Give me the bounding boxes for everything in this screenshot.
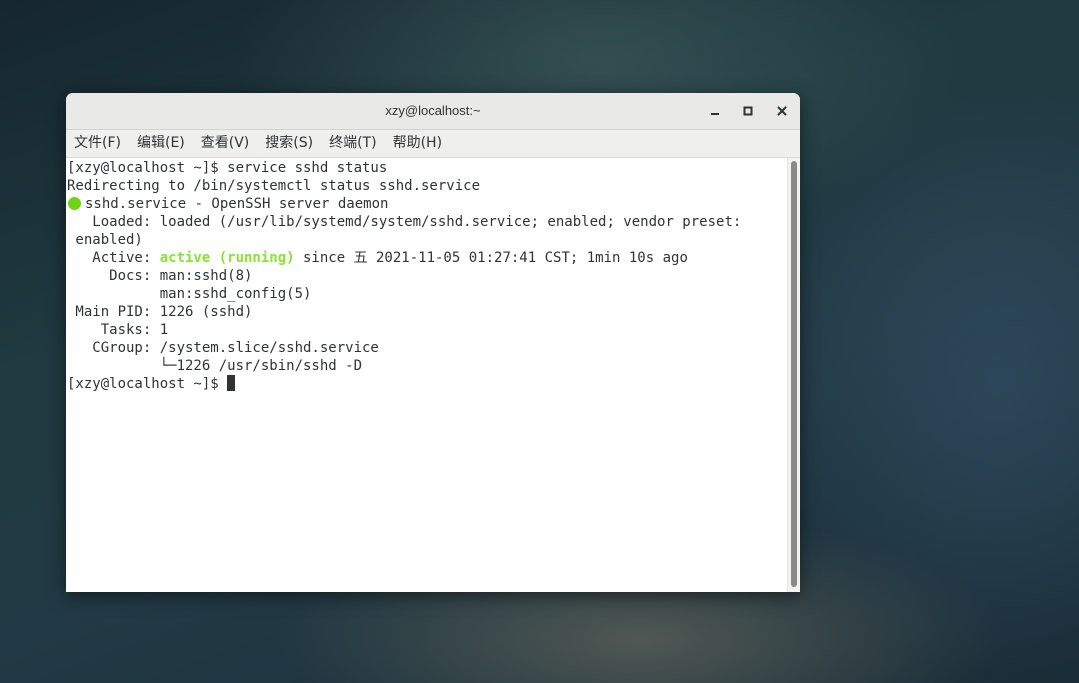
active-status: active (running) xyxy=(159,250,295,266)
status-dot-icon xyxy=(68,197,81,210)
menu-bar: 文件(F) 编辑(E) 查看(V) 搜索(S) 终端(T) 帮助(H) xyxy=(66,130,800,158)
close-icon xyxy=(777,106,787,116)
service-name-line: sshd.service - OpenSSH server daemon xyxy=(85,196,389,212)
terminal-line: Main PID: 1226 (sshd) xyxy=(67,304,253,320)
terminal-line: └─1226 /usr/sbin/sshd -D xyxy=(67,358,363,374)
menu-help[interactable]: 帮助(H) xyxy=(385,130,450,157)
minimize-button[interactable] xyxy=(705,101,725,121)
maximize-button[interactable] xyxy=(738,101,758,121)
active-label: Active: xyxy=(67,250,160,266)
active-since: since 五 2021-11-05 01:27:41 CST; 1min 10… xyxy=(294,250,688,266)
prompt-line[interactable]: [xzy@localhost ~]$ xyxy=(67,375,236,393)
maximize-icon xyxy=(743,106,753,116)
scrollbar[interactable] xyxy=(787,158,800,592)
prompt: [xzy@localhost ~]$ xyxy=(67,376,228,392)
terminal-line: Active: active (running) since 五 2021-11… xyxy=(67,249,688,267)
terminal-window: xzy@localhost:~ 文件(F) 编辑(E) 查看(V) 搜索(S) … xyxy=(66,93,800,592)
terminal-line: man:sshd_config(5) xyxy=(67,286,312,302)
title-bar[interactable]: xzy@localhost:~ xyxy=(66,93,800,130)
text-cursor xyxy=(227,375,236,391)
menu-terminal[interactable]: 终端(T) xyxy=(321,130,384,157)
window-title: xzy@localhost:~ xyxy=(385,103,481,118)
scrollbar-thumb[interactable] xyxy=(791,161,797,587)
terminal-line: Tasks: 1 xyxy=(67,322,169,338)
terminal-line: Docs: man:sshd(8) xyxy=(67,268,253,284)
terminal-line: sshd.service - OpenSSH server daemon xyxy=(67,195,388,213)
menu-file[interactable]: 文件(F) xyxy=(66,130,129,157)
terminal-output[interactable]: [xzy@localhost ~]$ service sshd status R… xyxy=(66,158,788,592)
close-button[interactable] xyxy=(772,101,792,121)
menu-search[interactable]: 搜索(S) xyxy=(257,130,321,157)
terminal-line: Loaded: loaded (/usr/lib/systemd/system/… xyxy=(67,214,742,230)
menu-view[interactable]: 查看(V) xyxy=(193,130,258,157)
menu-edit[interactable]: 编辑(E) xyxy=(129,130,193,157)
minimize-icon xyxy=(711,113,719,115)
terminal-line: [xzy@localhost ~]$ service sshd status xyxy=(67,160,388,176)
terminal-line: CGroup: /system.slice/sshd.service xyxy=(67,340,379,356)
terminal-line: enabled) xyxy=(67,232,143,248)
terminal-line: Redirecting to /bin/systemctl status ssh… xyxy=(67,178,481,194)
